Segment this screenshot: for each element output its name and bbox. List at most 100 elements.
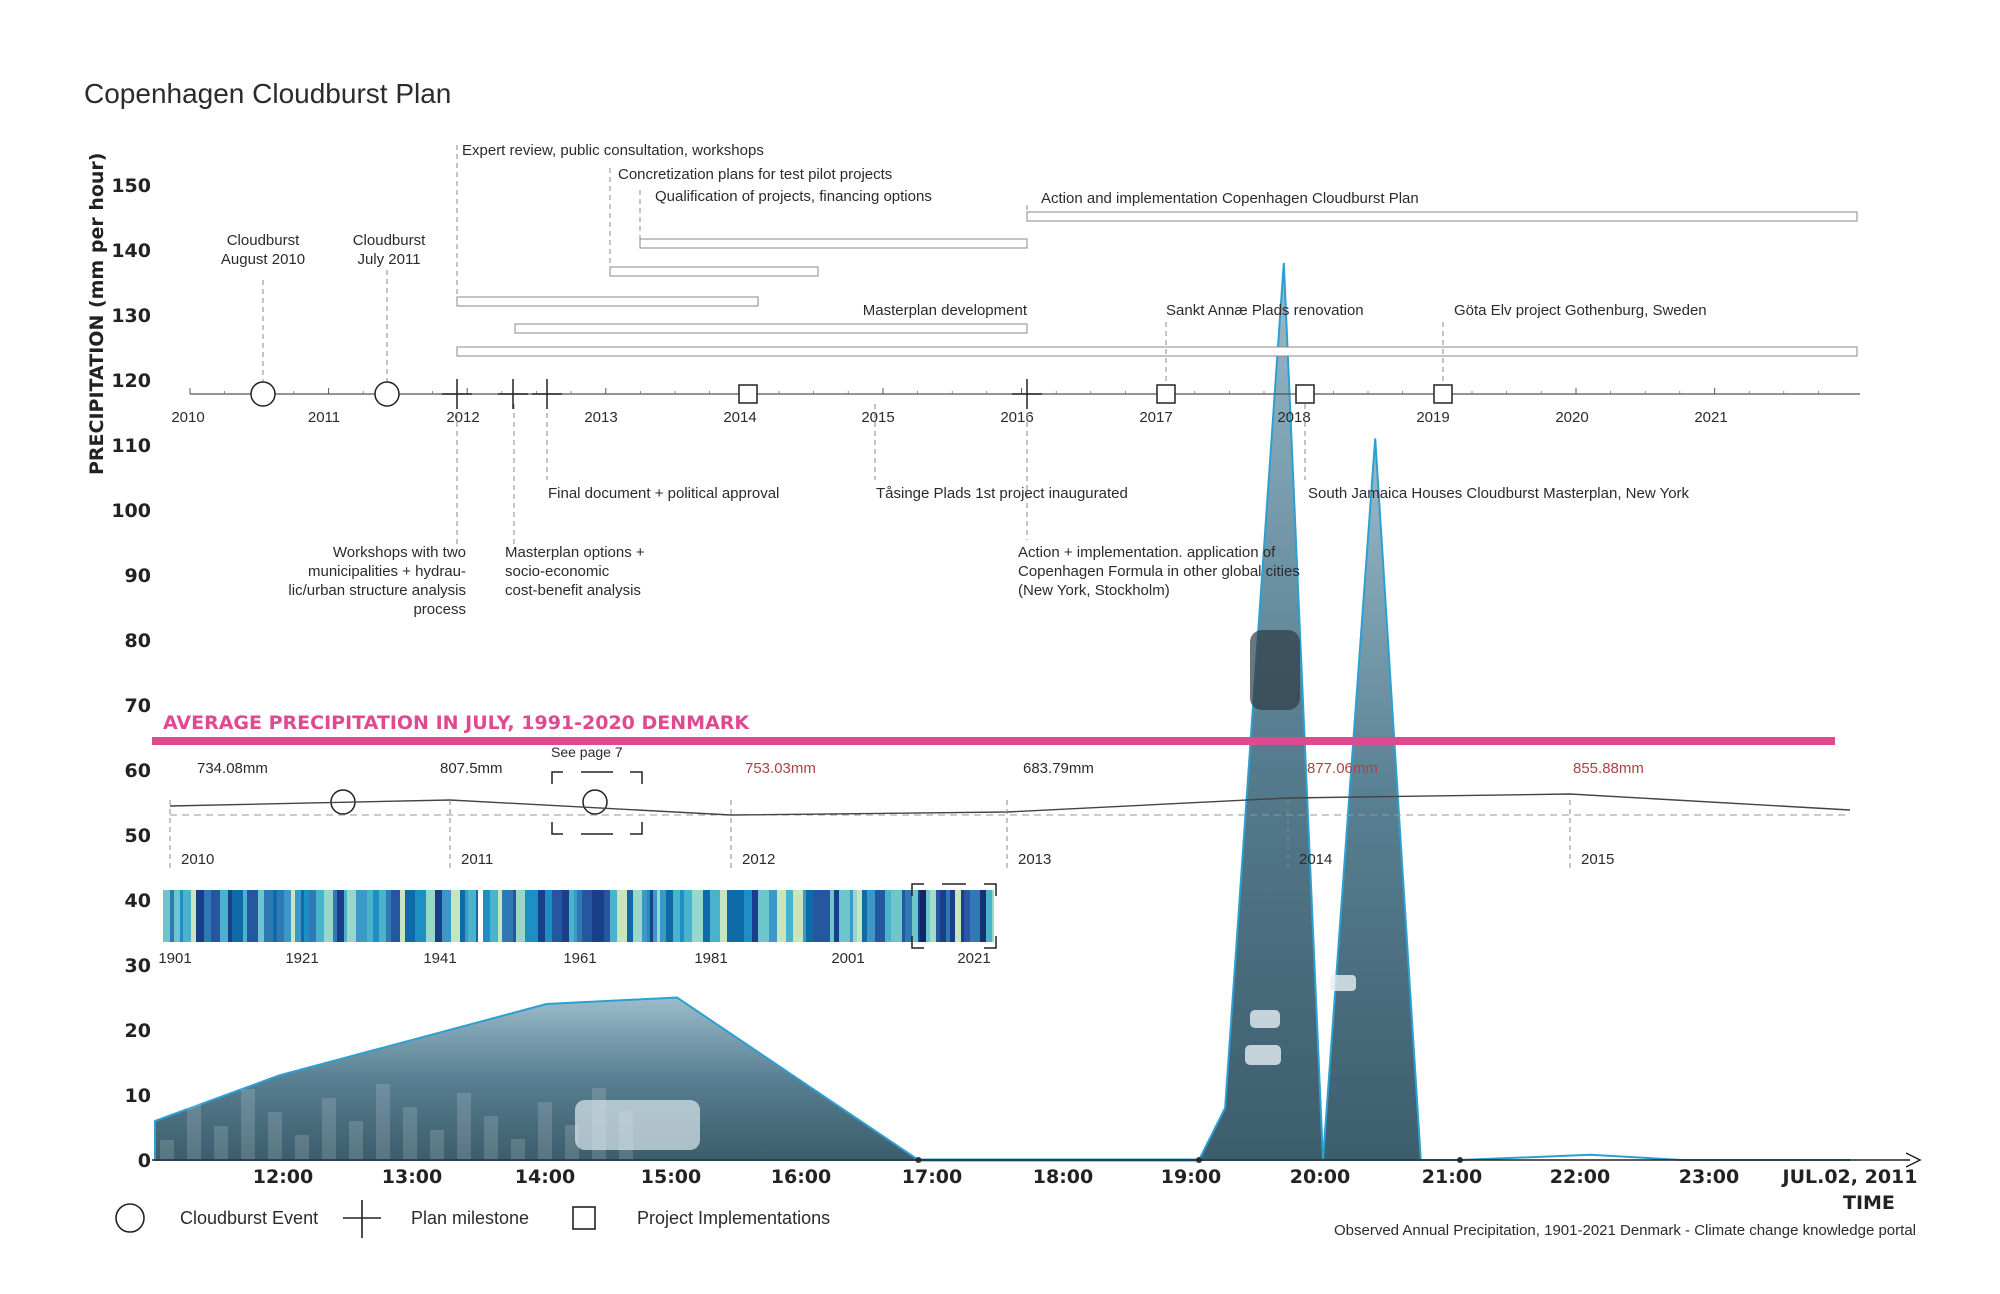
stripe [744,890,752,942]
car-shape [1330,975,1356,991]
stripe [309,890,316,942]
y-tick-label: 10 [125,1085,151,1107]
legend-label-event: Cloudburst Event [180,1208,318,1228]
square-icon [738,384,758,404]
stripe [316,890,324,942]
event-label-below: process [413,601,466,618]
legend-label-milestone: Plan milestone [411,1208,529,1228]
y-tick-label: 90 [125,565,151,587]
water-splash-shape [241,1089,255,1160]
x-tick-label: 20:00 [1290,1166,1350,1188]
stripe [301,890,304,942]
y-tick-label: 150 [111,175,151,197]
stripe [333,890,337,942]
stripe [758,890,769,942]
y-tick-label: 0 [138,1150,151,1172]
x-tick-label: 13:00 [382,1166,442,1188]
stripe [400,890,405,942]
cross-icon [532,379,562,409]
circle-icon [582,789,608,815]
stripe [752,890,758,942]
timeline-year-label: 2017 [1139,409,1172,426]
cross-icon [343,1200,381,1238]
stripe [490,890,498,942]
water-splash-shape [457,1093,471,1160]
x-tick-label: 14:00 [515,1166,575,1188]
y-tick-label: 80 [125,630,151,652]
timeline-year-label: 2018 [1277,409,1310,426]
water-splash-shape [349,1121,363,1160]
stripe [830,890,834,942]
stripe [220,890,228,942]
stripe-year-label: 1941 [423,950,456,967]
stripe [232,890,243,942]
stripe [196,890,204,942]
water-splash-shape [322,1098,336,1160]
y-tick-label: 100 [111,500,151,522]
stripe [295,890,301,942]
water-splash-shape [538,1102,552,1160]
stripe [291,890,295,942]
stripe [435,890,442,942]
water-splash-shape [403,1107,417,1160]
stripe [183,890,191,942]
x-tick-label: 15:00 [641,1166,701,1188]
cloudburst-chart: Copenhagen Cloudburst Plan PRECIPITATION… [84,78,1922,1239]
square-icon [1295,384,1315,404]
stripe [912,890,918,942]
x-tick-label: 21:00 [1422,1166,1482,1188]
y-axis-ticks: 0 10 20 30 40 50 60 70 80 90 100 110 120 130 140 150 [111,175,151,1172]
square-icon [572,1206,596,1230]
climate-stripes: 1901 1921 1941 1961 1981 2001 2021 [158,883,997,967]
stripe [379,890,386,942]
event-label-above: Sankt Annæ Plads renovation [1166,302,1364,319]
event-label-above: Cloudburst [227,232,300,249]
timeline-year-label: 2019 [1416,409,1449,426]
stripe [552,890,562,942]
stripe [391,890,400,942]
stripe [228,890,232,942]
stripe [710,890,720,942]
stripe [170,890,174,942]
stripe [955,890,961,942]
stripe [653,890,657,942]
event-label-below: Tåsinge Plads 1st project inaugurated [876,485,1128,502]
plan-range-bar [456,346,1858,357]
y-tick-label: 50 [125,825,151,847]
stripe [647,890,650,942]
stripe [468,890,476,942]
stripe [673,890,680,942]
stripe [867,890,875,942]
timeline-year-label: 2013 [584,409,617,426]
stripe [191,890,196,942]
event-label-below: South Jamaica Houses Cloudburst Masterpl… [1308,485,1690,502]
water-splash-shape [484,1116,498,1160]
stripe [451,890,460,942]
stripe [737,890,744,942]
stripe [610,890,617,942]
circle-icon [115,1203,145,1233]
stripe [442,890,447,942]
event-label-below: (New York, Stockholm) [1018,582,1170,599]
stripe [247,890,258,942]
event-label-below: municipalities + hydrau- [308,563,466,580]
event-label-above: Action and implementation Copenhagen Clo… [1041,190,1419,207]
stripe [273,890,277,942]
stripe [930,890,936,942]
annual-value-label: 855.88mm [1573,760,1644,777]
stripe [356,890,367,942]
annual-year-label: 2014 [1299,851,1332,868]
plan-range-bar [456,296,759,307]
timeline-year-label: 2020 [1555,409,1588,426]
stripe [258,890,264,942]
timeline-year-label: 2010 [171,409,204,426]
stripe [174,890,180,942]
stripe [617,890,620,942]
stripe [657,890,660,942]
stripe [344,890,347,942]
stripe [902,890,905,942]
car-shape [1245,1045,1281,1065]
stripe [692,890,703,942]
event-label-below: Copenhagen Formula in other global citie… [1018,563,1300,580]
annual-precip-line [169,793,1851,816]
